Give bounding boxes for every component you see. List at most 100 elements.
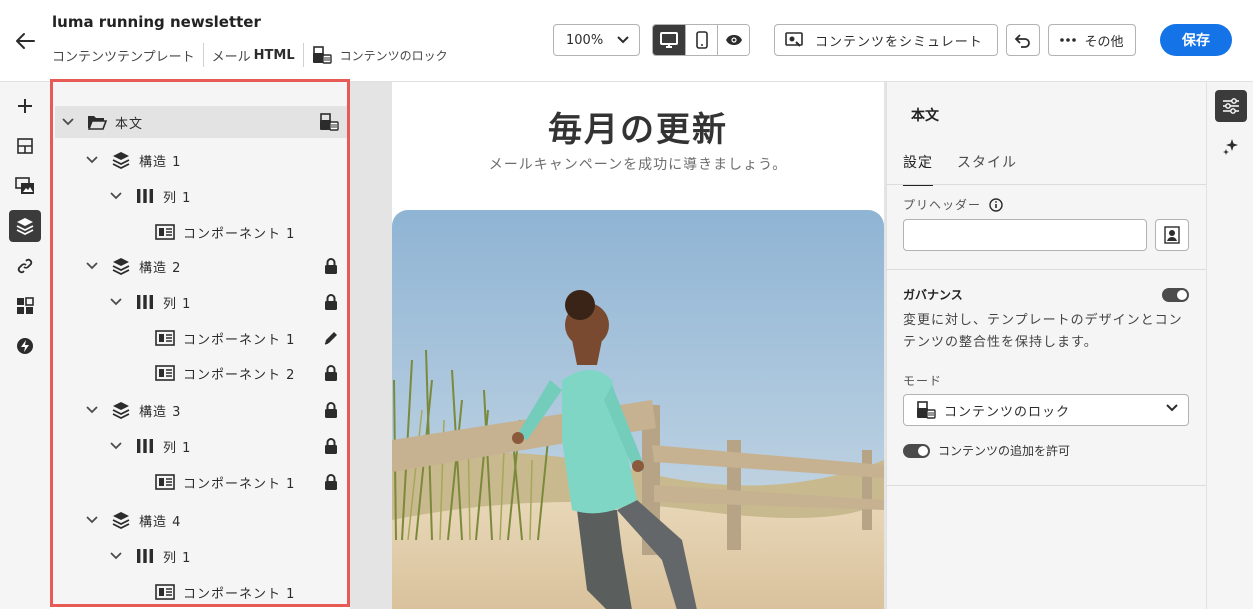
allow-add-toggle[interactable] [903, 443, 930, 458]
more-label: その他 [1084, 34, 1124, 50]
layer-label: 構造 2 [139, 260, 182, 276]
layer-component-1[interactable]: コンポーネント 1 [55, 216, 347, 248]
hero-image[interactable] [392, 210, 884, 609]
chevron-down-icon[interactable] [109, 439, 123, 453]
email-canvas: 毎月の更新 メールキャンペーンを成功に導きましょう。 [350, 82, 886, 609]
info-icon[interactable] [989, 197, 1003, 212]
layer-label: 構造 1 [139, 154, 182, 170]
simulate-content-label: コンテンツをシミュレート [815, 34, 983, 50]
mode-select[interactable]: コンテンツのロック [903, 394, 1189, 426]
layer-label: コンポーネント 1 [183, 332, 296, 348]
preview-button[interactable] [717, 25, 749, 55]
back-arrow-icon[interactable] [12, 28, 38, 54]
left-tool-rail [0, 82, 50, 609]
folder-open-icon [87, 112, 107, 132]
mobile-icon [695, 31, 708, 49]
layer-label: 構造 3 [139, 404, 182, 420]
layer-label: 構造 4 [139, 514, 182, 530]
layer-component-2[interactable]: コンポーネント 2 [55, 357, 347, 389]
meta-divider [202, 43, 204, 67]
simulate-content-button[interactable]: コンテンツをシミュレート [774, 24, 998, 56]
layer-column-1[interactable]: 列 1 [55, 286, 347, 318]
layer-column-1[interactable]: 列 1 [55, 540, 347, 572]
personalization-icon [1164, 226, 1180, 244]
lock-settings-icon [319, 113, 339, 131]
add-icon[interactable] [9, 90, 41, 122]
email-title[interactable]: 毎月の更新 [392, 102, 884, 151]
chevron-down-icon[interactable] [85, 259, 99, 273]
save-button[interactable]: 保存 [1160, 24, 1232, 56]
layer-component-1[interactable]: コンポーネント 1 [55, 322, 347, 354]
mode-value: コンテンツのロック [944, 404, 1071, 420]
fragment-icon[interactable] [9, 170, 41, 202]
undo-icon [1014, 34, 1030, 48]
properties-panel: 本文 設定 スタイル プリヘッダー ガバナンス 変更に対し、テンプレートのデザイ… [886, 82, 1207, 609]
columns-icon [135, 436, 155, 456]
allow-add-label: コンテンツの追加を許可 [938, 444, 1071, 458]
layer-structure-4[interactable]: 構造 4 [55, 504, 347, 536]
simulate-icon [785, 32, 803, 47]
layer-root-body[interactable]: 本文 [55, 106, 347, 138]
divider [887, 184, 1207, 185]
layer-structure-3[interactable]: 構造 3 [55, 394, 347, 426]
component-icon [155, 222, 175, 242]
structure-layers-icon [111, 510, 131, 530]
channel-type-suffix: HTML [253, 47, 295, 63]
undo-button[interactable] [1006, 24, 1040, 56]
lock-icon [323, 258, 339, 274]
sparkle-icon[interactable] [1215, 130, 1247, 162]
top-header: luma running newsletter コンテンツテンプレート メール … [0, 0, 1253, 82]
tab-settings[interactable]: 設定 [903, 152, 933, 186]
desktop-view-button[interactable] [653, 25, 685, 55]
meta-divider [302, 43, 304, 67]
component-icon [155, 472, 175, 492]
document-title: luma running newsletter [52, 13, 261, 31]
layer-structure-1[interactable]: 構造 1 [55, 144, 347, 176]
zoom-select[interactable]: 100% [553, 24, 640, 56]
layer-label: 列 1 [163, 296, 192, 312]
document-meta: コンテンツテンプレート メール HTML コンテンツのロック [52, 43, 448, 67]
layer-column-1[interactable]: 列 1 [55, 180, 347, 212]
layer-component-1[interactable]: コンポーネント 1 [55, 576, 347, 604]
lock-icon [323, 474, 339, 490]
personalize-button[interactable] [1155, 219, 1189, 251]
bolt-icon[interactable] [9, 330, 41, 362]
chevron-down-icon[interactable] [85, 153, 99, 167]
component-icon [155, 582, 175, 602]
chevron-down-icon[interactable] [109, 189, 123, 203]
layers-icon[interactable] [9, 210, 41, 242]
chevron-down-icon[interactable] [109, 295, 123, 309]
components-icon[interactable] [9, 290, 41, 322]
link-icon[interactable] [9, 250, 41, 282]
chevron-down-icon[interactable] [61, 115, 75, 129]
preheader-label-text: プリヘッダー [903, 198, 982, 212]
lock-icon [323, 402, 339, 418]
desktop-icon [660, 32, 678, 48]
structure-layers-icon [111, 150, 131, 170]
tab-style[interactable]: スタイル [957, 152, 1017, 186]
more-button[interactable]: その他 [1048, 24, 1136, 56]
email-subtitle[interactable]: メールキャンペーンを成功に導きましょう。 [392, 154, 884, 174]
sliders-icon[interactable] [1215, 90, 1247, 122]
chevron-down-icon [1166, 404, 1178, 412]
layer-component-1[interactable]: コンポーネント 1 [55, 466, 347, 498]
chevron-down-icon[interactable] [109, 549, 123, 563]
structure-icon[interactable] [9, 130, 41, 162]
governance-toggle[interactable] [1162, 288, 1189, 302]
layer-label: 列 1 [163, 440, 192, 456]
governance-title: ガバナンス [903, 288, 963, 302]
layer-column-1[interactable]: 列 1 [55, 430, 347, 462]
device-toggle-group [652, 24, 750, 56]
divider [887, 269, 1207, 270]
layer-label: 本文 [115, 116, 144, 132]
mobile-view-button[interactable] [685, 25, 717, 55]
columns-icon [135, 186, 155, 206]
chevron-down-icon[interactable] [85, 513, 99, 527]
preheader-input[interactable] [903, 219, 1147, 251]
lock-settings-icon [312, 46, 332, 64]
lock-settings-icon [917, 401, 936, 419]
right-tool-rail [1206, 82, 1253, 609]
chevron-down-icon[interactable] [85, 403, 99, 417]
layer-structure-2[interactable]: 構造 2 [55, 250, 347, 282]
email-preview[interactable]: 毎月の更新 メールキャンペーンを成功に導きましょう。 [392, 82, 884, 609]
